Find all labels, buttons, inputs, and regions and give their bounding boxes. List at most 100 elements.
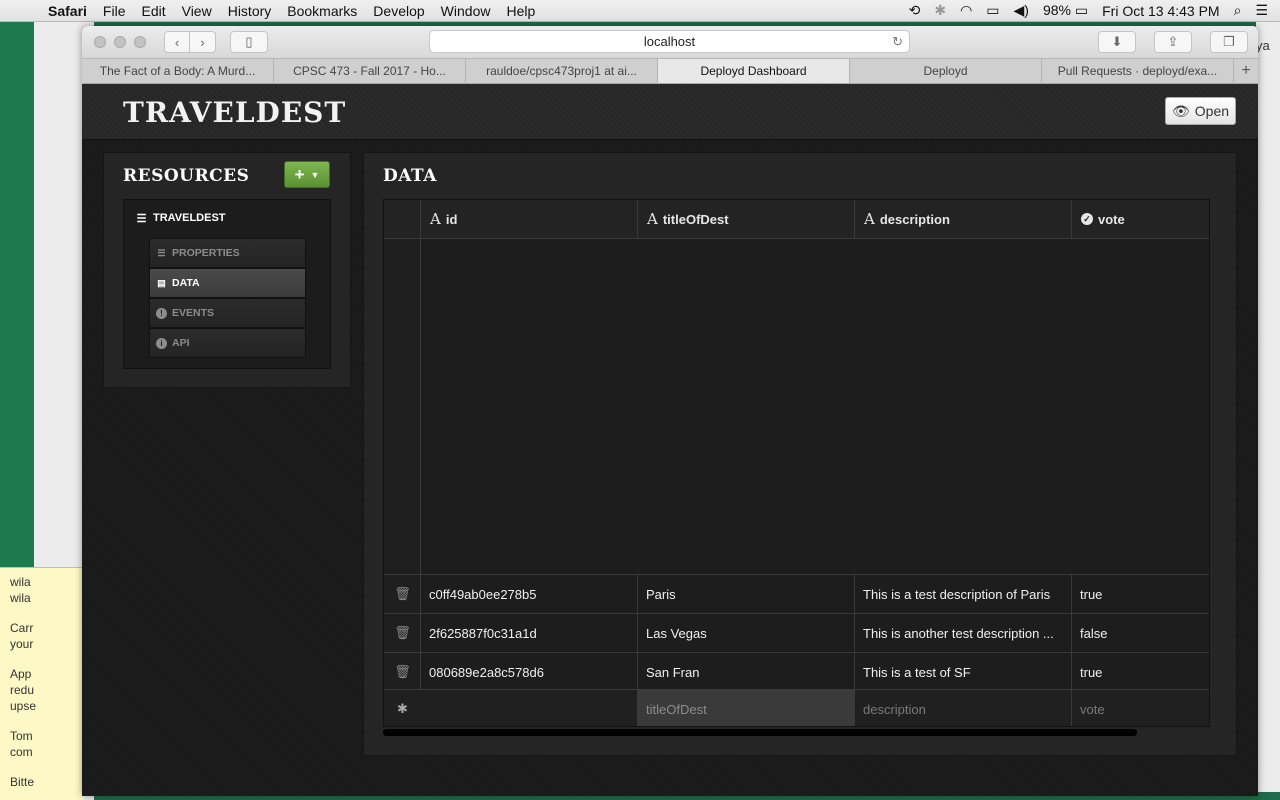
spotlight-search-icon[interactable]: ⌕ (1234, 2, 1242, 19)
data-panel: DATA A id A titleOfDest A description ✓ … (363, 152, 1237, 756)
table-row[interactable]: 🗑 080689e2a8c578d6 San Fran This is a te… (384, 652, 1209, 691)
tab-bar: The Fact of a Body: A Murd... CPSC 473 -… (82, 58, 1258, 84)
horizontal-scrollbar[interactable] (383, 729, 1137, 736)
table-row[interactable]: 🗑 c0ff49ab0ee278b5 Paris This is a test … (384, 574, 1209, 613)
browser-tab[interactable]: Deployd (850, 59, 1042, 83)
menu-help[interactable]: Help (498, 3, 543, 19)
browser-tab[interactable]: The Fact of a Body: A Murd... (82, 59, 274, 83)
string-type-icon: A (864, 210, 875, 228)
add-resource-button[interactable]: + ▼ (284, 161, 330, 188)
cell-vote[interactable]: true (1072, 575, 1209, 613)
background-note-window[interactable]: wila wila Carr your App redu upse Tom com Bit… (0, 567, 84, 800)
cell-titleofdest[interactable]: San Fran (638, 653, 855, 691)
background-window-right[interactable]: ya (1256, 22, 1280, 792)
menu-view[interactable]: View (174, 3, 220, 19)
menu-file[interactable]: File (95, 3, 134, 19)
volume-icon[interactable]: ◀) (1014, 2, 1029, 19)
chevron-left-icon: ‹ (174, 34, 180, 50)
new-tab-button[interactable]: + (1234, 59, 1258, 83)
menu-edit[interactable]: Edit (133, 3, 173, 19)
browser-tab-active[interactable]: Deployd Dashboard (658, 59, 850, 83)
bluetooth-icon[interactable]: ✱ (934, 2, 946, 19)
forward-button[interactable]: › (190, 31, 216, 53)
menu-window[interactable]: Window (433, 3, 499, 19)
grid-header-corner (384, 200, 421, 239)
browser-tab[interactable]: CPSC 473 - Fall 2017 - Ho... (274, 59, 466, 83)
time-machine-icon[interactable]: ⟲ (909, 2, 921, 19)
menu-app-safari[interactable]: Safari (40, 3, 95, 19)
cell-id[interactable]: 2f625887f0c31a1d (421, 614, 638, 652)
back-button[interactable]: ‹ (164, 31, 190, 53)
chevron-right-icon: › (200, 34, 205, 50)
close-window-button[interactable] (94, 36, 106, 48)
note-line: wila wila (10, 575, 31, 605)
cell-description[interactable]: This is another test description ... (855, 614, 1072, 652)
battery-status[interactable]: 98% ▭ (1043, 2, 1088, 19)
menu-bookmarks[interactable]: Bookmarks (279, 3, 365, 19)
browser-toolbar: ‹ › ▯ localhost ↻ ⬇ ⇪ ❐ (82, 26, 1258, 58)
open-app-button[interactable]: 👁 Open (1165, 97, 1236, 125)
column-header-label: id (445, 211, 458, 227)
cell-description[interactable]: This is a test of SF (855, 653, 1072, 691)
airplay-icon[interactable]: ▭ (986, 2, 999, 19)
asterisk-icon: ✱ (397, 701, 408, 716)
zoom-window-button[interactable] (134, 36, 146, 48)
new-row[interactable]: ✱ titleOfDest description vote (384, 689, 1209, 726)
data-title: DATA (383, 166, 437, 186)
column-header-label: vote (1098, 211, 1125, 227)
trash-icon[interactable]: 🗑 (384, 653, 421, 691)
new-cell-id (421, 690, 638, 726)
cell-titleofdest[interactable]: Paris (638, 575, 855, 613)
cell-vote[interactable]: false (1072, 614, 1209, 652)
show-sidebar-button[interactable]: ▯ (230, 31, 268, 53)
cell-id[interactable]: c0ff49ab0ee278b5 (421, 575, 638, 613)
string-type-icon: A (647, 210, 658, 228)
menu-develop[interactable]: Develop (365, 3, 432, 19)
resource-sub-data[interactable]: ▤ DATA (149, 268, 306, 298)
app-title: TRAVELDEST (123, 96, 347, 129)
cell-id[interactable]: 080689e2a8c578d6 (421, 653, 638, 691)
note-line: Bitte (10, 775, 35, 789)
trash-icon[interactable]: 🗑 (384, 614, 421, 652)
resource-name: TRAVELDEST (153, 212, 226, 224)
browser-tab[interactable]: rauldoe/cpsc473proj1 at ai... (466, 59, 658, 83)
cell-description[interactable]: This is a test description of Paris (855, 575, 1072, 613)
toolbar-right-buttons: ⬇ ⇪ ❐ (1098, 31, 1248, 53)
address-bar[interactable]: localhost ↻ (429, 30, 910, 53)
deployd-dashboard: TRAVELDEST 👁 Open RESOURCES + ▼ ☰ TRAVEL… (82, 84, 1258, 796)
resource-sub-label: PROPERTIES (172, 247, 240, 259)
resource-sub-properties[interactable]: ☰ PROPERTIES (149, 238, 306, 268)
note-line: Tom com (10, 729, 33, 759)
minimize-window-button[interactable] (114, 36, 126, 48)
new-titleofdest-input[interactable]: titleOfDest (638, 690, 855, 726)
boolean-check-icon: ✓ (1081, 213, 1093, 225)
new-description-input[interactable]: description (855, 690, 1072, 726)
browser-tab[interactable]: Pull Requests · deployd/exa... (1042, 59, 1234, 83)
new-vote-input[interactable]: vote (1072, 690, 1209, 726)
column-header-id[interactable]: A id (421, 200, 638, 239)
tabs-icon: ❐ (1223, 34, 1235, 49)
downloads-button[interactable]: ⬇ (1098, 31, 1136, 53)
trash-icon[interactable]: 🗑 (384, 575, 421, 613)
reload-icon[interactable]: ↻ (892, 34, 903, 50)
note-line: Carr your (10, 621, 34, 651)
menu-clock[interactable]: Fri Oct 13 4:43 PM (1102, 3, 1219, 19)
wifi-icon[interactable]: ◠ (960, 2, 972, 19)
column-header-titleofdest[interactable]: A titleOfDest (638, 200, 855, 239)
cell-vote[interactable]: true (1072, 653, 1209, 691)
notification-center-icon[interactable]: ☰ (1255, 2, 1268, 19)
cell-titleofdest[interactable]: Las Vegas (638, 614, 855, 652)
table-row[interactable]: 🗑 2f625887f0c31a1d Las Vegas This is ano… (384, 613, 1209, 652)
safari-window: ‹ › ▯ localhost ↻ ⬇ ⇪ ❐ The Fact of a Bo… (82, 26, 1258, 796)
resource-sub-events[interactable]: ! EVENTS (149, 298, 306, 328)
column-header-description[interactable]: A description (855, 200, 1072, 239)
tab-overview-button[interactable]: ❐ (1210, 31, 1248, 53)
data-grid: A id A titleOfDest A description ✓ vote (383, 199, 1210, 727)
menu-history[interactable]: History (220, 3, 280, 19)
battery-percent: 98% (1042, 2, 1071, 18)
resource-sub-api[interactable]: i API (149, 328, 306, 358)
resource-item-traveldest[interactable]: ☰ TRAVELDEST (136, 212, 226, 225)
column-header-vote[interactable]: ✓ vote (1072, 200, 1209, 239)
menu-bar: Safari File Edit View History Bookmarks … (0, 0, 1280, 22)
share-button[interactable]: ⇪ (1154, 31, 1192, 53)
